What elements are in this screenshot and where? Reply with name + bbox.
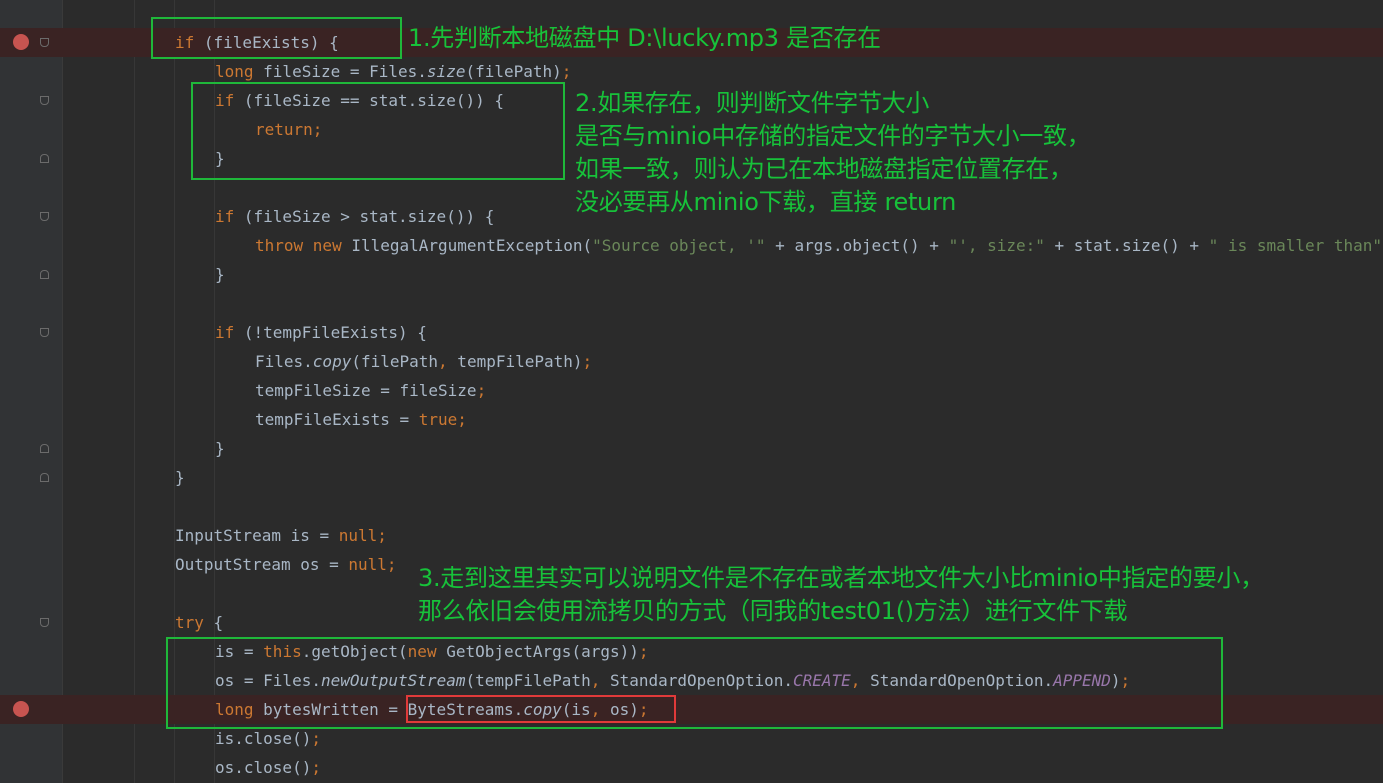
breakpoint-icon[interactable] [13, 701, 29, 717]
fold-marker-icon[interactable] [40, 38, 49, 47]
code-token: ; [311, 729, 321, 748]
code-token: tempFileExists = [255, 410, 419, 429]
code-text: } [215, 260, 225, 289]
code-token: (filePath) [465, 62, 562, 81]
code-token: OutputStream os = [175, 555, 349, 574]
code-line[interactable]: tempFileExists = true; [0, 405, 1383, 434]
code-token: copy [312, 352, 352, 371]
breakpoint-icon[interactable] [13, 34, 29, 50]
code-text: } [175, 463, 185, 492]
code-token: is.close() [215, 729, 312, 748]
highlight-box-size-check [191, 82, 565, 180]
code-token: size [426, 62, 466, 81]
code-token: Files. [255, 352, 313, 371]
fold-marker-icon[interactable] [40, 270, 49, 279]
code-token: } [215, 265, 225, 284]
code-token: if [215, 207, 235, 226]
code-line[interactable]: } [0, 260, 1383, 289]
code-line[interactable]: InputStream is = null; [0, 521, 1383, 550]
code-token: { [203, 613, 224, 632]
code-token: tempFileSize = fileSize [255, 381, 477, 400]
code-token: "Source object, '" [592, 236, 766, 255]
code-text: os.close(); [215, 753, 321, 782]
annotation-step-1: 1.先判断本地磁盘中 D:\lucky.mp3 是否存在 [408, 24, 881, 52]
code-token: throw new [255, 236, 342, 255]
code-token: + args.object() + [765, 236, 949, 255]
code-token: ; [311, 758, 321, 777]
highlight-box-bytestreams-copy [406, 695, 676, 723]
code-line[interactable]: Files.copy(filePath, tempFilePath); [0, 347, 1383, 376]
code-token: fileSize = Files. [253, 62, 427, 81]
code-token: InputStream is = [175, 526, 339, 545]
code-token: null; [338, 526, 387, 545]
code-token: os.close() [215, 758, 312, 777]
code-line[interactable]: throw new IllegalArgumentException("Sour… [0, 231, 1383, 260]
code-token: null; [348, 555, 397, 574]
code-token: " is smaller than" [1208, 236, 1383, 255]
code-text: throw new IllegalArgumentException("Sour… [255, 231, 1382, 260]
code-text: Files.copy(filePath, tempFilePath); [255, 347, 592, 376]
fold-marker-icon[interactable] [40, 96, 49, 105]
code-line[interactable]: } [0, 434, 1383, 463]
code-token: true; [418, 410, 467, 429]
code-token: ; [561, 62, 572, 81]
annotation-step-2: 2.如果存在，则判断文件字节大小 是否与minio中存储的指定文件的字节大小一致… [575, 89, 1091, 216]
fold-marker-icon[interactable] [40, 328, 49, 337]
code-token: } [215, 439, 225, 458]
fold-marker-icon[interactable] [40, 473, 49, 482]
code-line[interactable] [0, 289, 1383, 318]
code-text: if (fileSize > stat.size()) { [215, 202, 494, 231]
code-editor[interactable]: if (fileExists) {long fileSize = Files.s… [0, 0, 1383, 783]
code-token: ; [582, 352, 593, 371]
code-token: } [175, 468, 185, 487]
code-token: ; [476, 381, 487, 400]
code-line[interactable]: os.close(); [0, 753, 1383, 782]
code-token: , [438, 352, 448, 371]
code-text: if (!tempFileExists) { [215, 318, 427, 347]
code-line[interactable]: tempFileSize = fileSize; [0, 376, 1383, 405]
fold-marker-icon[interactable] [40, 154, 49, 163]
highlight-box-file-exists [151, 17, 402, 59]
fold-marker-icon[interactable] [40, 444, 49, 453]
code-text: tempFileExists = true; [255, 405, 467, 434]
code-token: if [215, 323, 235, 342]
code-line[interactable]: } [0, 463, 1383, 492]
code-token: (filePath [351, 352, 439, 371]
fold-marker-icon[interactable] [40, 618, 49, 627]
code-text: OutputStream os = null; [175, 550, 397, 579]
annotation-step-3: 3.走到这里其实可以说明文件是不存在或者本地文件大小比minio中指定的要小， … [418, 564, 1264, 625]
code-line[interactable] [0, 492, 1383, 521]
code-line[interactable]: if (!tempFileExists) { [0, 318, 1383, 347]
code-token: + stat.size() + [1044, 236, 1209, 255]
code-token: "', size:" [948, 236, 1045, 255]
fold-marker-icon[interactable] [40, 212, 49, 221]
code-token: long [215, 62, 254, 81]
code-text: } [215, 434, 225, 463]
code-token: try [175, 613, 204, 632]
code-text: InputStream is = null; [175, 521, 387, 550]
highlight-box-stream-copy [166, 637, 1223, 729]
code-token: (!tempFileExists) { [234, 323, 427, 342]
code-token: (fileSize > stat.size()) { [234, 207, 495, 226]
code-token: tempFilePath) [447, 352, 583, 371]
code-text: tempFileSize = fileSize; [255, 376, 486, 405]
code-token: IllegalArgumentException( [341, 236, 593, 255]
code-text: try { [175, 608, 223, 637]
